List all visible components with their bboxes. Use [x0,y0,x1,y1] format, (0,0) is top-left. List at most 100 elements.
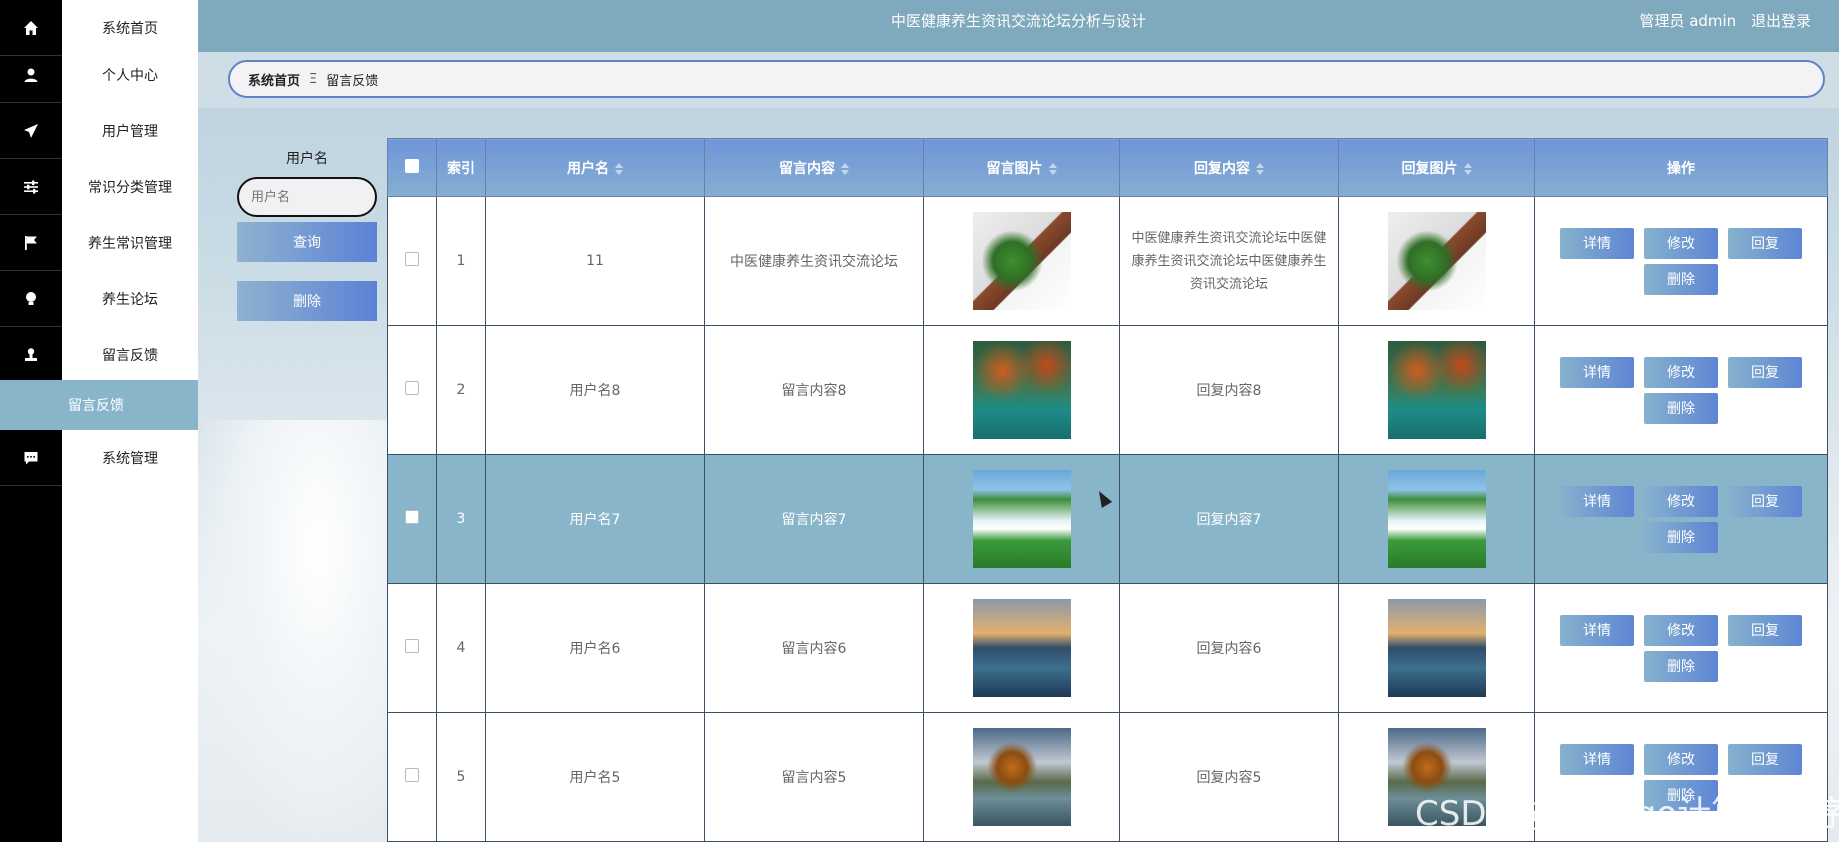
reply-image[interactable] [1387,341,1486,439]
cell-reply: 回复内容5 [1119,712,1339,842]
stamp-icon [0,327,62,383]
cell-index: 4 [436,583,486,713]
sidebar-item-profile[interactable]: 个人中心 [0,47,198,103]
cell-index: 1 [436,196,486,326]
reply-button[interactable]: 回复 [1728,227,1802,259]
column-header-reply[interactable]: 回复内容 [1119,138,1339,197]
sliders-icon [0,159,62,215]
cell-image [923,325,1120,455]
sidebar-item-forum[interactable]: 养生论坛 [0,271,198,327]
cell-image [923,583,1120,713]
cell-reply-image [1338,454,1535,584]
reply-button[interactable]: 回复 [1728,485,1802,517]
edit-button[interactable]: 修改 [1644,743,1718,775]
logout-link[interactable]: 退出登录 [1751,12,1811,30]
edit-button[interactable]: 修改 [1644,614,1718,646]
cell-username: 用户名5 [485,712,705,842]
detail-button[interactable]: 详情 [1560,743,1634,775]
column-header-image[interactable]: 留言图片 [923,138,1120,197]
sidebar-item-label: 个人中心 [102,68,158,84]
sidebar-item-system[interactable]: 系统管理 [0,430,198,486]
reply-image[interactable] [1387,212,1486,310]
column-header-username[interactable]: 用户名 [485,138,705,197]
message-image[interactable] [972,470,1071,568]
detail-button[interactable]: 详情 [1560,227,1634,259]
column-header-label: 回复图片 [1401,160,1458,177]
cell-username: 用户名6 [485,583,705,713]
select-all-checkbox[interactable] [405,158,419,173]
select-all-cell [387,138,437,197]
reply-text: 中医健康养生资讯交流论坛中医健康养生资讯交流论坛中医健康养生资讯交流论坛 [1131,230,1327,292]
cell-image [923,454,1120,584]
cell-reply-image [1338,583,1535,713]
chat-icon [0,430,62,486]
sidebar-item-knowledge[interactable]: 养生常识管理 [0,215,198,271]
sort-icon[interactable] [615,163,623,175]
message-image[interactable] [972,212,1071,310]
breadcrumb-home[interactable]: 系统首页 [248,70,300,89]
table-row-highlighted: 3 用户名7 留言内容7 回复内容7 详情 修改 回复 删除 [387,454,1828,584]
breadcrumb: 系统首页 Ξ 留言反馈 [228,60,1825,98]
message-image[interactable] [972,341,1071,439]
row-checkbox[interactable] [405,768,419,782]
row-select-cell [387,325,437,455]
username-search-input[interactable] [237,177,377,217]
batch-delete-button[interactable]: 删除 [237,281,377,321]
sidebar-item-label: 系统管理 [102,451,158,467]
cell-index: 5 [436,712,486,842]
reply-button[interactable]: 回复 [1728,614,1802,646]
reply-button[interactable]: 回复 [1728,356,1802,388]
edit-button[interactable]: 修改 [1644,485,1718,517]
user-icon [0,47,62,103]
delete-button[interactable]: 删除 [1644,521,1718,553]
sidebar-item-label: 用户管理 [102,124,158,140]
row-checkbox[interactable] [405,510,419,524]
reply-image[interactable] [1387,470,1486,568]
query-button[interactable]: 查询 [237,222,377,262]
breadcrumb-bar: 系统首页 Ξ 留言反馈 [198,52,1839,108]
sidebar-item-category[interactable]: 常识分类管理 [0,159,198,215]
reply-image[interactable] [1387,599,1486,697]
detail-button[interactable]: 详情 [1560,356,1634,388]
sort-icon[interactable] [841,163,849,175]
column-header-reply-image[interactable]: 回复图片 [1338,138,1535,197]
column-header-label: 回复内容 [1194,160,1250,177]
detail-button[interactable]: 详情 [1560,485,1634,517]
breadcrumb-separator: Ξ [309,71,318,87]
sidebar-item-users[interactable]: 用户管理 [0,103,198,159]
sidebar-item-label: 常识分类管理 [88,180,172,196]
cell-username: 11 [485,196,705,326]
table-header-row: 索引 用户名 留言内容 留言图片 回复内容 回复图片 操作 [387,138,1828,197]
row-checkbox[interactable] [405,381,419,395]
reply-button[interactable]: 回复 [1728,743,1802,775]
message-image[interactable] [972,599,1071,697]
sidebar-item-label: 系统首页 [102,21,158,37]
delete-button[interactable]: 删除 [1644,650,1718,682]
row-checkbox[interactable] [405,252,419,266]
sort-icon[interactable] [1048,163,1057,175]
flag-icon [0,215,62,271]
sort-icon[interactable] [1463,163,1472,175]
user-area: 管理员 admin 退出登录 [1629,0,1811,42]
delete-button[interactable]: 删除 [1644,392,1718,424]
cell-username: 用户名7 [485,454,705,584]
column-header-label: 用户名 [567,160,609,177]
cell-content: 中医健康养生资讯交流论坛 [704,196,924,326]
sidebar-subitem-feedback[interactable]: 留言反馈 [0,380,198,430]
cell-index: 3 [436,454,486,584]
delete-button[interactable]: 删除 [1644,263,1718,295]
column-header-content[interactable]: 留言内容 [704,138,924,197]
cell-actions: 详情 修改 回复 删除 [1534,325,1828,455]
top-header: 中医健康养生资讯交流论坛分析与设计 管理员 admin 退出登录 [198,0,1839,52]
sort-icon[interactable] [1256,163,1264,175]
row-select-cell [387,583,437,713]
detail-button[interactable]: 详情 [1560,614,1634,646]
message-image[interactable] [972,728,1071,826]
cell-reply-image [1338,196,1535,326]
row-select-cell [387,712,437,842]
column-header-index: 索引 [436,138,486,197]
row-checkbox[interactable] [405,639,419,653]
edit-button[interactable]: 修改 [1644,356,1718,388]
sidebar-item-feedback[interactable]: 留言反馈 [0,327,198,383]
edit-button[interactable]: 修改 [1644,227,1718,259]
